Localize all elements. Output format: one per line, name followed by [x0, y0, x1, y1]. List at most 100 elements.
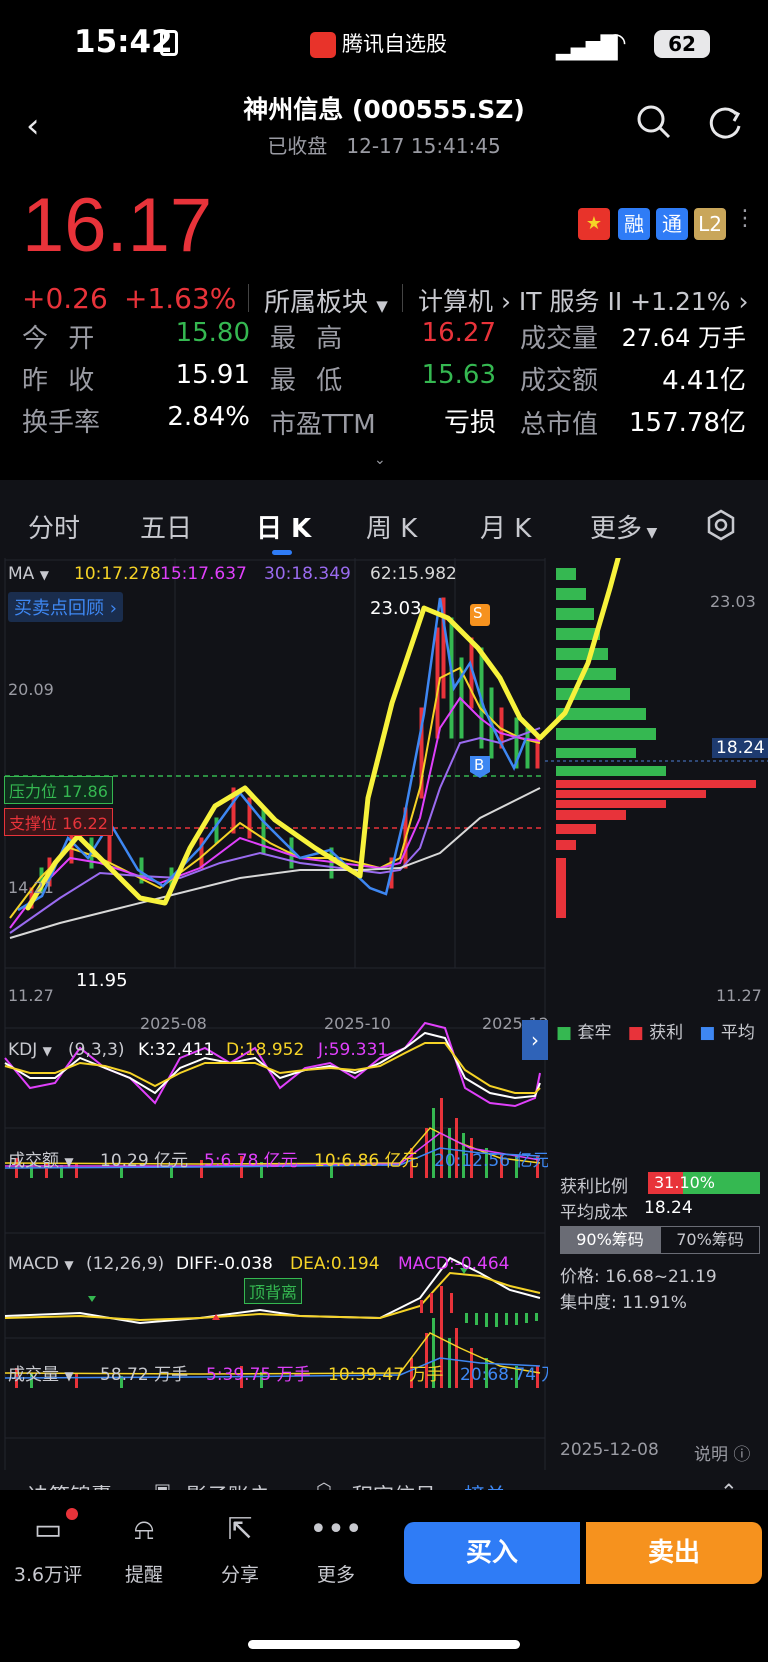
id-card-icon	[160, 30, 178, 56]
volume-ma10: 10:39.47 万手	[328, 1365, 444, 1385]
tab-more[interactable]: 更多 ▼	[590, 508, 657, 545]
x-tick-1: 2025-08	[140, 1014, 207, 1033]
tab-daily-k[interactable]: 日 K	[256, 508, 311, 545]
tab-weekly-k[interactable]: 周 K	[366, 508, 417, 545]
more-label[interactable]: 更多	[296, 1560, 376, 1587]
more-icon[interactable]: •••	[296, 1512, 376, 1547]
support-label: 支撑位 16.22	[4, 808, 113, 836]
chart-low-label: 11.95	[76, 970, 128, 991]
chip-legend: ■ 套牢 ■ 获利 ■ 平均	[556, 1018, 755, 1043]
volume-label: 成交量	[520, 324, 599, 354]
sell-marker[interactable]: S	[473, 604, 483, 622]
turnover-label: 成交额	[520, 366, 599, 396]
buy-marker[interactable]: B	[474, 756, 484, 774]
connect-tag[interactable]: 通	[656, 208, 688, 240]
tab-active-indicator	[272, 550, 292, 555]
volume-ma20: 20:68.74 万	[460, 1365, 548, 1385]
chip-concentration: 集中度: 11.91%	[560, 1293, 687, 1313]
sell-button[interactable]: 卖出	[586, 1522, 762, 1584]
low-value: 15.63	[421, 360, 496, 390]
turnover-rate-value: 2.84%	[167, 402, 250, 432]
chip-70-tab[interactable]: 70%筹码	[660, 1226, 760, 1254]
info-icon: ⓘ	[733, 1445, 751, 1465]
bell-icon[interactable]: ⍾	[104, 1512, 184, 1547]
kdj-k-value: K:32.411	[138, 1040, 215, 1060]
tab-five-day[interactable]: 五日	[140, 508, 192, 545]
current-price: 16.17	[22, 183, 213, 268]
tab-more-label: 更多	[590, 514, 643, 544]
volume-value: 58.72 万手	[100, 1365, 189, 1385]
tab-intraday[interactable]: 分时	[28, 508, 80, 545]
legend-profit: 获利	[649, 1023, 684, 1043]
chip-avg-tag: 18.24	[712, 738, 768, 758]
period-tabs: 分时 五日 日 K 周 K 月 K 更多 ▼	[0, 490, 768, 560]
sector-dropdown[interactable]: 所属板块 ▼	[264, 282, 388, 319]
chip-date: 2025-12-08	[560, 1440, 659, 1460]
ma-label[interactable]: MA ▼	[8, 564, 49, 584]
amount-ma10: 10:6.86 亿元	[314, 1151, 419, 1171]
settings-icon[interactable]	[704, 508, 738, 542]
ma-name: MA	[8, 564, 35, 584]
more-tags-icon[interactable]: ⋮	[734, 206, 756, 231]
market-state: 已收盘	[267, 134, 328, 158]
avg-cost-label: 平均成本	[560, 1203, 628, 1223]
margin-tag[interactable]: 融	[618, 208, 650, 240]
chip-bottom: 11.27	[716, 986, 762, 1005]
high-label: 最 高	[270, 324, 349, 354]
divergence-badge: 顶背离	[244, 1278, 303, 1304]
tab-monthly-k[interactable]: 月 K	[480, 508, 531, 545]
amount-name: 成交额	[8, 1151, 59, 1171]
volume-label[interactable]: 成交量 ▼	[8, 1360, 74, 1385]
chip-90-tab[interactable]: 90%筹码	[560, 1226, 660, 1254]
status-time: 15:42	[74, 24, 173, 60]
macd-value: MACD:-0.464	[398, 1254, 510, 1274]
amount-label[interactable]: 成交额 ▼	[8, 1146, 74, 1171]
chart-expand-icon[interactable]: ›	[522, 1020, 548, 1060]
legend-trapped: 套牢	[577, 1023, 612, 1043]
refresh-icon[interactable]	[706, 102, 746, 142]
stock-detail-screen: 15:42 腾讯自选股 ▂▄▆█ ◠ 62 ‹ 神州信息 (000555.SZ)…	[0, 0, 768, 1662]
y-tick-3: 11.27	[8, 986, 54, 1005]
sector-2: IT 服务 II	[518, 287, 623, 316]
pe-value: 亏损	[443, 408, 496, 438]
sector-path[interactable]: 计算机 › IT 服务 II +1.21% ›	[418, 282, 749, 318]
kdj-label[interactable]: KDJ ▼	[8, 1040, 52, 1060]
macd-label[interactable]: MACD ▼	[8, 1254, 74, 1274]
open-value: 15.80	[175, 318, 250, 348]
y-tick-2: 14.21	[8, 878, 54, 897]
legend-trapped-icon: ■	[556, 1023, 573, 1043]
share-label[interactable]: 分享	[200, 1560, 280, 1587]
remind-label[interactable]: 提醒	[104, 1560, 184, 1587]
caret-down-icon: ▼	[39, 568, 49, 582]
market-cap-label: 总市值	[520, 410, 599, 440]
price-change: +0.26	[22, 282, 108, 315]
sector-pct: +1.21%	[630, 287, 731, 316]
buy-button[interactable]: 买入	[404, 1522, 580, 1584]
volume-ma5: 5:39.75 万手	[206, 1365, 311, 1385]
divider	[248, 284, 249, 312]
expand-chevron-icon[interactable]: ⌄	[374, 452, 386, 468]
app-badge: 腾讯自选股	[310, 28, 447, 58]
avg-cost-value: 18.24	[644, 1198, 693, 1218]
pe-label: 市盈TTM	[270, 410, 376, 440]
quote-panel: 16.17 ★ 融 通 L2 ⋮ +0.26 +1.63% 所属板块 ▼ 计算机…	[0, 170, 768, 480]
search-icon[interactable]	[634, 102, 674, 142]
volume-value: 27.64 万手	[621, 324, 746, 352]
chip-explain-link[interactable]: 说明 ⓘ	[694, 1440, 750, 1465]
amount-ma5: 5:6.78 亿元	[204, 1151, 298, 1171]
l2-tag[interactable]: L2	[694, 208, 726, 240]
caret-down-icon: ▼	[642, 525, 658, 541]
resistance-label: 压力位 17.86	[4, 776, 113, 804]
comments-label[interactable]: 3.6万评	[8, 1560, 88, 1587]
share-icon[interactable]: ⇱	[200, 1512, 280, 1547]
home-indicator[interactable]	[248, 1640, 520, 1649]
app-logo-icon	[310, 32, 336, 58]
chart-high-label: 23.03	[370, 598, 422, 619]
turnover-rate-label: 换手率	[22, 408, 101, 438]
macd-dea-value: DEA:0.194	[290, 1254, 380, 1274]
trade-review-button[interactable]: 买卖点回顾 ›	[8, 592, 123, 622]
amount-value: 10.29 亿元	[100, 1151, 189, 1171]
ma62-value: 62:15.982	[370, 564, 457, 584]
volume-name: 成交量	[8, 1365, 59, 1385]
sector-1: 计算机	[418, 287, 494, 316]
